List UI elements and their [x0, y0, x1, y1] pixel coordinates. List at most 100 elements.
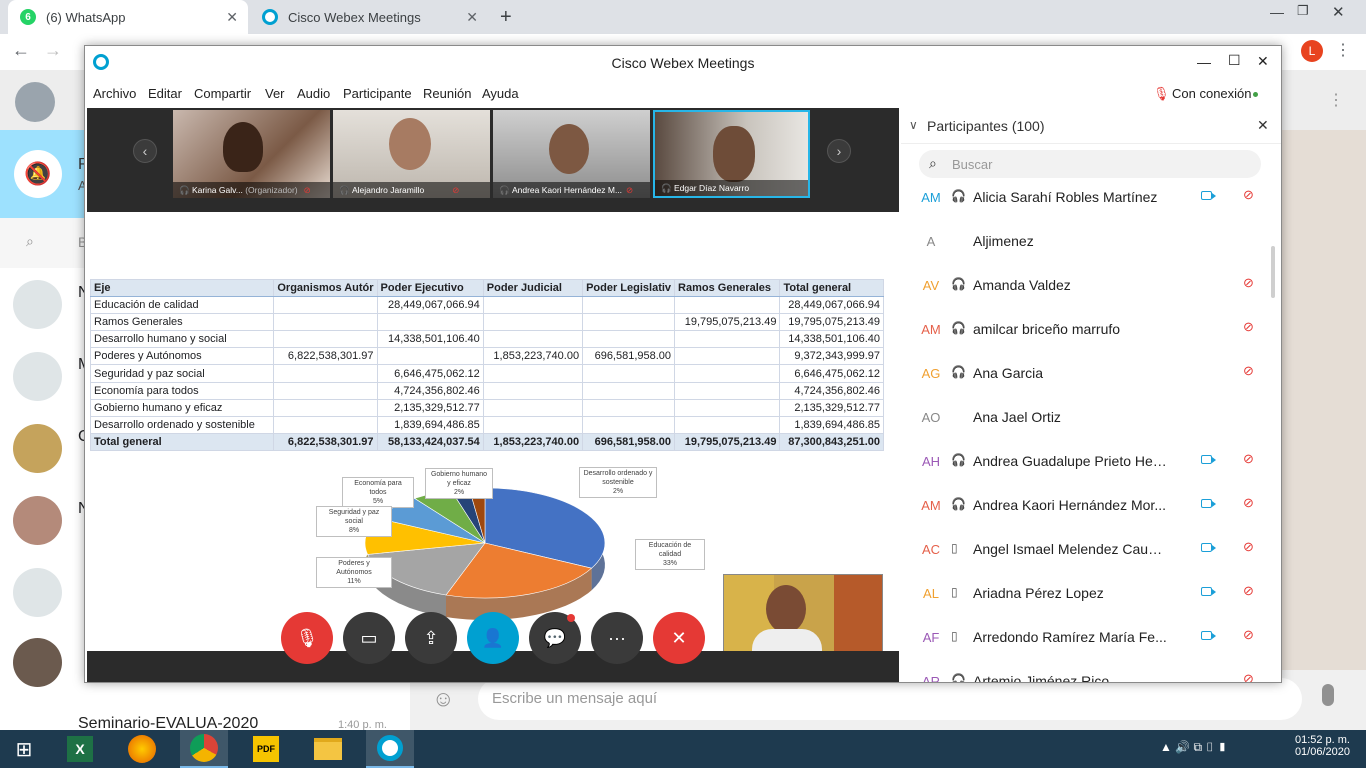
table-cell [582, 330, 676, 349]
muted-mic-icon[interactable]: ⊘ [1243, 363, 1254, 379]
participant-name: Artemio Jiménez Rico [973, 673, 1110, 682]
tray-icons[interactable]: ▲ 🔊 ⧉ ▯ ▮ [1160, 740, 1227, 755]
filmstrip-prev-icon[interactable]: ‹ [133, 139, 157, 163]
windows-start-icon[interactable]: ⊞ [0, 730, 48, 768]
menu-archivo[interactable]: Archivo [93, 86, 136, 101]
tab-whatsapp[interactable]: 6 (6) WhatsApp ✕ [8, 0, 248, 34]
participant-avatar: AC [921, 541, 941, 557]
muted-mic-icon[interactable]: ⊘ [1243, 495, 1254, 511]
participant-row[interactable]: AL ▯ Ariadna Pérez Lopez ⊘ [901, 571, 1281, 615]
microphone-icon[interactable] [1322, 684, 1334, 706]
participant-name: Ana Garcia [973, 365, 1044, 381]
emoji-icon[interactable]: ☺ [432, 686, 454, 712]
chrome-icon[interactable] [180, 730, 228, 768]
pdf-icon[interactable]: PDF [242, 730, 290, 768]
share-button[interactable]: ⇪ [405, 612, 457, 664]
mute-button[interactable]: 🎙 [281, 612, 333, 664]
muted-mic-icon[interactable]: ⊘ [1243, 539, 1254, 555]
table-cell [273, 296, 378, 315]
conversation-menu-icon[interactable]: ⋮ [1328, 90, 1344, 110]
participant-avatar: AM [921, 321, 941, 337]
video-button[interactable]: ▭ [343, 612, 395, 664]
more-options-button[interactable]: ··· [591, 612, 643, 664]
participant-video [766, 585, 806, 633]
participant-search-input[interactable]: ⌕ Buscar [919, 150, 1261, 178]
minimize-icon[interactable]: — [1197, 54, 1211, 70]
whatsapp-search[interactable]: ⌕ B [0, 218, 87, 268]
muted-bell-icon: 🔕 [14, 150, 62, 198]
chat-item[interactable] [0, 630, 86, 702]
table-cell: 9,372,343,999.97 [779, 347, 884, 366]
back-icon[interactable]: ← [12, 40, 30, 61]
chat-item[interactable] [0, 558, 86, 630]
panel-scrollbar[interactable] [1271, 246, 1275, 298]
close-window-icon[interactable]: ✕ [1332, 3, 1345, 21]
participant-row[interactable]: AV 🎧 Amanda Valdez ⊘ [901, 263, 1281, 307]
close-panel-icon[interactable]: ✕ [1257, 117, 1269, 134]
participant-row[interactable]: A Aljimenez [901, 219, 1281, 263]
user-avatar[interactable] [15, 82, 55, 122]
collapse-chevron-icon[interactable]: ∨ [909, 118, 918, 132]
chat-item[interactable]: M [0, 342, 91, 414]
muted-mic-icon[interactable]: ⊘ [1243, 275, 1254, 291]
filmstrip-next-icon[interactable]: › [827, 139, 851, 163]
muted-mic-icon[interactable]: ⊘ [1243, 627, 1254, 643]
menu-ver[interactable]: Ver [265, 86, 285, 101]
close-icon[interactable]: ✕ [1257, 53, 1269, 70]
video-tile-active-speaker[interactable]: 🎧 Edgar Díaz Navarro [653, 110, 810, 198]
participants-button[interactable]: 👤 [467, 612, 519, 664]
participant-row[interactable]: AM 🎧 Andrea Kaori Hernández Mor... ⊘ [901, 483, 1281, 527]
participant-row[interactable]: AM 🎧 Alicia Sarahí Robles Martínez ⊘ [901, 175, 1281, 219]
video-tile[interactable]: 🎧 Alejandro Jaramillo ⊘ [333, 110, 490, 198]
forward-icon[interactable]: → [44, 40, 62, 61]
menu-compartir[interactable]: Compartir [194, 86, 251, 101]
chat-button[interactable]: 💬 [529, 612, 581, 664]
tile-name-bar: 🎧 Karina Galv... (Organizador) ⊘ [173, 182, 330, 198]
phone-icon: ▯ [951, 541, 958, 555]
participant-row[interactable]: AH 🎧 Andrea Guadalupe Prieto Her... ⊘ [901, 439, 1281, 483]
participant-row[interactable]: AF ▯ Arredondo Ramírez María Fe... ⊘ [901, 615, 1281, 659]
participants-icon: 👤 [481, 627, 505, 648]
participant-row[interactable]: AM 🎧 amilcar briceño marrufo ⊘ [901, 307, 1281, 351]
table-header-cell: Organismos Autór [273, 278, 378, 298]
maximize-icon[interactable]: ☐ [1228, 52, 1241, 69]
excel-icon[interactable]: X [56, 730, 104, 768]
profile-avatar[interactable]: L [1301, 40, 1323, 62]
restore-window-icon[interactable]: ❐ [1297, 3, 1309, 19]
participant-avatar: AM [921, 497, 941, 513]
menu-reunion[interactable]: Reunión [423, 86, 471, 101]
leave-meeting-button[interactable]: ✕ [653, 612, 705, 664]
participant-row[interactable]: AR 🎧 Artemio Jiménez Rico ⊘ [901, 659, 1281, 682]
chat-item[interactable]: N [0, 486, 90, 558]
minimize-window-icon[interactable]: — [1270, 4, 1284, 20]
shared-content-stage: ‹ 🎧 Karina Galv... (Organizador) ⊘ 🎧 Alej… [87, 108, 899, 682]
file-explorer-icon[interactable] [304, 730, 352, 768]
new-tab-icon[interactable]: + [500, 6, 512, 29]
chat-item[interactable]: C [0, 414, 90, 486]
menu-audio[interactable]: Audio [297, 86, 330, 101]
tab-webex[interactable]: Cisco Webex Meetings ✕ [250, 0, 488, 34]
muted-mic-icon[interactable]: ⊘ [1243, 671, 1254, 682]
video-tile[interactable]: 🎧 Andrea Kaori Hernández M... ⊘ [493, 110, 650, 198]
message-input[interactable]: Escribe un mensaje aquí [478, 678, 1302, 720]
menu-ayuda[interactable]: Ayuda [482, 86, 519, 101]
menu-editar[interactable]: Editar [148, 86, 182, 101]
video-tile[interactable]: 🎧 Karina Galv... (Organizador) ⊘ [173, 110, 330, 198]
muted-mic-icon[interactable]: ⊘ [1243, 451, 1254, 467]
participant-row[interactable]: AC ▯ Angel Ismael Melendez Caudi... ⊘ [901, 527, 1281, 571]
clock[interactable]: 01:52 p. m. 01/06/2020 [1290, 734, 1350, 758]
chrome-menu-icon[interactable]: ⋮ [1335, 40, 1351, 60]
firefox-icon[interactable] [118, 730, 166, 768]
muted-mic-icon[interactable]: ⊘ [1243, 319, 1254, 335]
whatsapp-favicon-icon: 6 [20, 9, 36, 25]
menu-participante[interactable]: Participante [343, 86, 412, 101]
chat-item[interactable]: N [0, 270, 90, 342]
close-tab-icon[interactable]: ✕ [226, 9, 238, 26]
participant-row[interactable]: AG 🎧 Ana Garcia ⊘ [901, 351, 1281, 395]
participant-avatar: AF [922, 629, 940, 645]
webex-taskbar-icon[interactable] [366, 730, 414, 768]
muted-mic-icon[interactable]: ⊘ [1243, 187, 1254, 203]
muted-mic-icon[interactable]: ⊘ [1243, 583, 1254, 599]
close-tab-icon[interactable]: ✕ [466, 9, 478, 26]
participant-row[interactable]: AO Ana Jael Ortiz [901, 395, 1281, 439]
